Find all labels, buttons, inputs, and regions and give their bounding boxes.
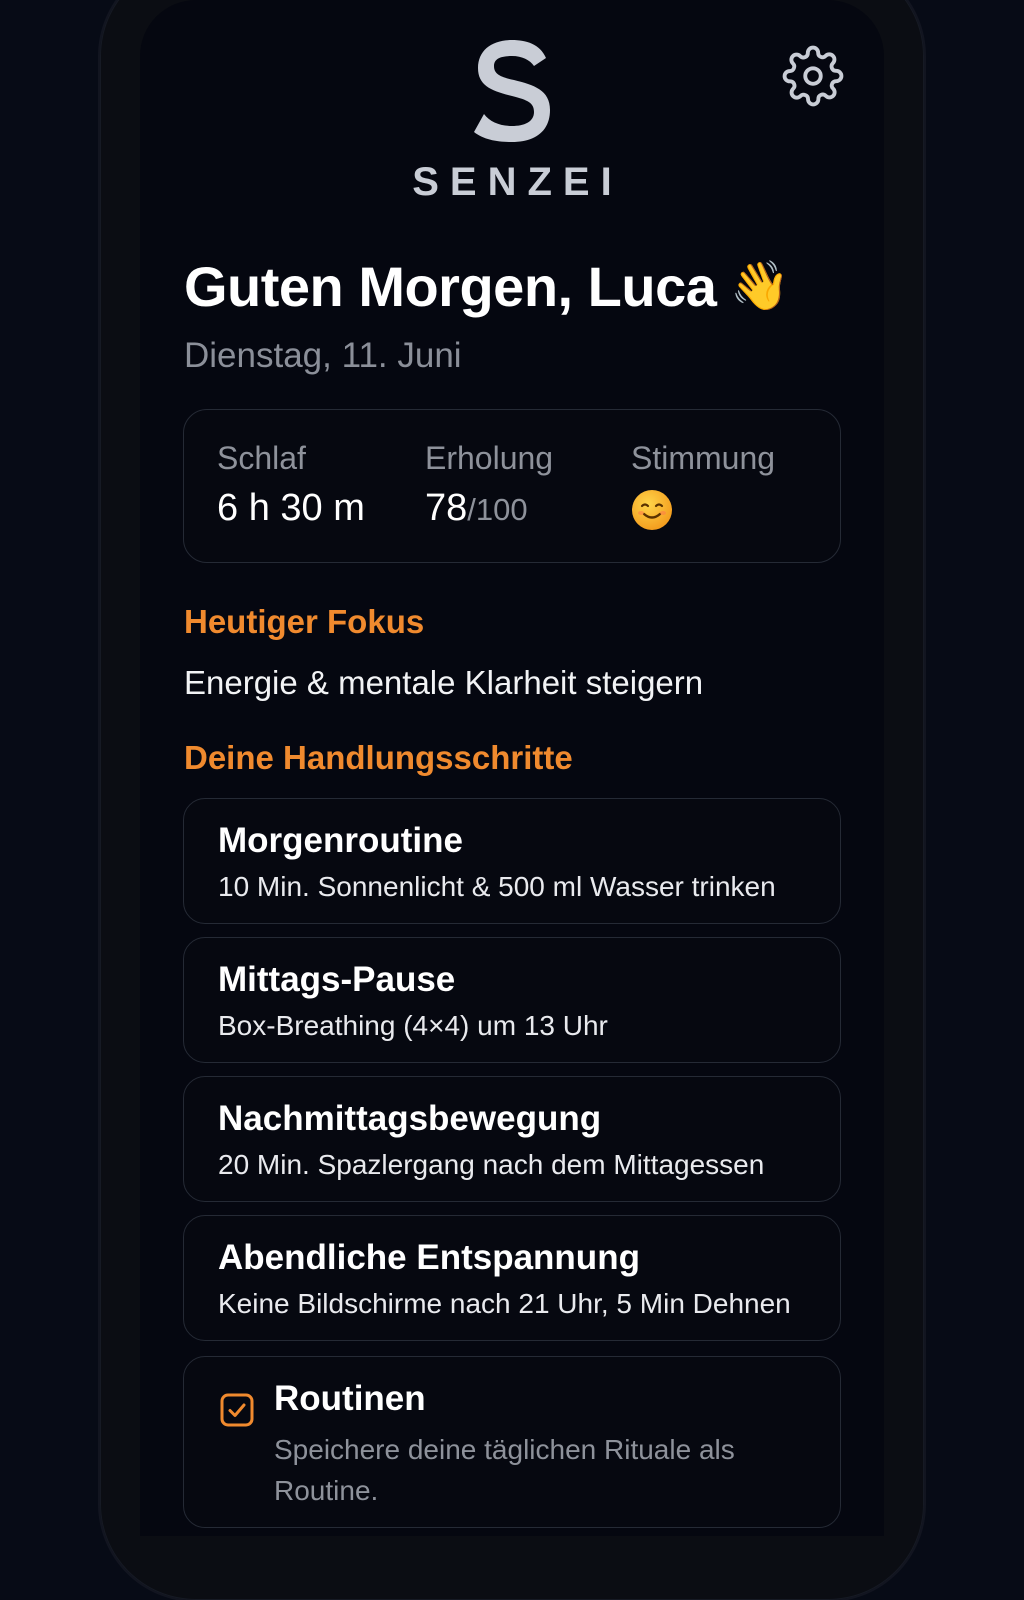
step-description: Keine Bildschirme nach 21 Uhr, 5 Min Deh… — [218, 1288, 791, 1319]
recovery-value: 78 — [425, 487, 468, 529]
senzei-logo-icon — [474, 40, 550, 142]
steps-title: Deine Handlungsschritte — [184, 739, 573, 776]
recovery-max: /100 — [467, 492, 528, 527]
step-title: Mittags-Pause — [218, 960, 456, 999]
greeting-text: Guten Morgen, Luca — [184, 255, 717, 318]
recovery-score: 78/100 — [425, 487, 553, 530]
brand-name: SENZEI — [412, 160, 623, 204]
step-title: Abendliche Entspannung — [218, 1238, 640, 1277]
step-description: 10 Min. Sonnenlicht & 500 ml Wasser trin… — [218, 871, 776, 902]
mood-stat: Stimmung — [631, 440, 775, 536]
routine-description: Speichere deine täglichen Rituale als Ro… — [274, 1434, 735, 1506]
mood-label: Stimmung — [631, 440, 776, 476]
recovery-label: Erholung — [425, 440, 554, 476]
focus-title: Heutiger Fokus — [184, 603, 425, 640]
step-description: 20 Min. Spazlergang nach dem Mittagessen — [218, 1149, 765, 1180]
step-card-midday[interactable]: Mittags-Pause Box-Breathing (4×4) um 13 … — [183, 937, 841, 1063]
recovery-stat: Erholung 78/100 — [425, 440, 553, 530]
sleep-value: 6 h 30 m — [217, 487, 365, 529]
sleep-stat: Schlaf 6 h 30 m — [217, 440, 365, 530]
routine-card[interactable]: Routinen Speichere deine täglichen Ritua… — [183, 1356, 841, 1528]
gear-icon[interactable] — [782, 45, 844, 107]
daily-stats-card: Schlaf 6 h 30 m Erholung 78/100 Stimmung — [183, 409, 841, 563]
current-date: Dienstag, 11. Juni — [184, 336, 462, 375]
step-description: Box-Breathing (4×4) um 13 Uhr — [218, 1010, 608, 1041]
waving-hand-icon: 👋 — [730, 260, 790, 313]
step-card-morning[interactable]: Morgenroutine 10 Min. Sonnenlicht & 500 … — [183, 798, 841, 924]
greeting-heading: Guten Morgen, Luca 👋 — [184, 254, 790, 319]
focus-text: Energie & mentale Klarheit steigern — [184, 664, 704, 701]
step-card-evening[interactable]: Abendliche Entspannung Keine Bildschirme… — [183, 1215, 841, 1341]
checkbox-checked-icon — [220, 1393, 254, 1427]
sleep-label: Schlaf — [217, 440, 306, 476]
smiling-face-icon — [632, 490, 672, 530]
routine-title: Routinen — [274, 1379, 426, 1418]
step-card-afternoon[interactable]: Nachmittagsbewegung 20 Min. Spazlergang … — [183, 1076, 841, 1202]
step-title: Nachmittagsbewegung — [218, 1099, 602, 1138]
step-title: Morgenroutine — [218, 821, 463, 860]
